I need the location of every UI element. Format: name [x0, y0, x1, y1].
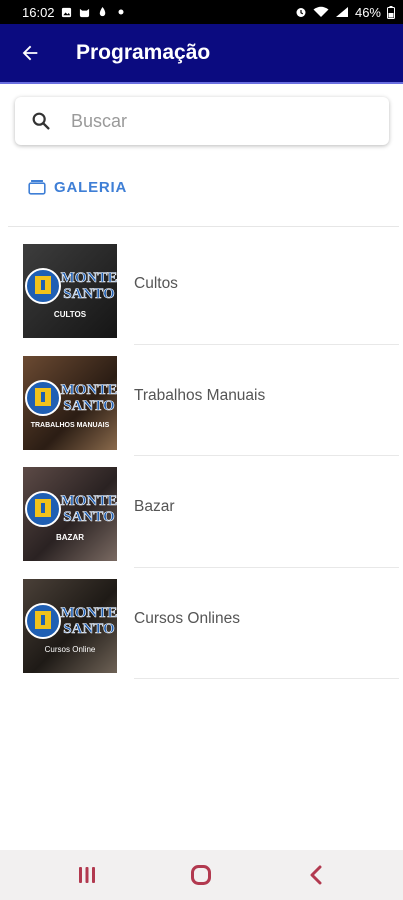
thumbnail-caption: TRABALHOS MANUAIS — [30, 421, 110, 429]
page-title: Programação — [76, 41, 211, 64]
svg-text:MONTE: MONTE — [61, 270, 117, 286]
item-label: Cultos — [134, 275, 178, 292]
gallery-folder-icon — [28, 180, 46, 195]
battery-text: 46% — [354, 4, 381, 20]
thumbnail-image: MONTE SANTO TRABALHOS MANUAIS — [23, 355, 117, 450]
list-item-bazar[interactable]: MONTE SANTO BAZAR Bazar — [0, 456, 403, 568]
svg-text:MONTE: MONTE — [61, 382, 117, 398]
chevron-left-icon — [310, 865, 322, 885]
gallery-icon — [61, 6, 73, 18]
status-time: 16:02 — [22, 4, 55, 20]
search-input[interactable] — [71, 110, 371, 132]
list-item-cursos-onlines[interactable]: MONTE SANTO Cursos Online Cursos Onlines — [0, 568, 403, 679]
battery-icon — [387, 5, 395, 19]
recent-apps-icon — [79, 867, 96, 883]
signal-icon — [335, 6, 349, 18]
dot-icon — [115, 6, 127, 18]
programs-list: MONTE SANTO CULTOS Cultos MONTE SANTO TR… — [0, 233, 403, 679]
cat-icon — [79, 6, 91, 18]
back-button[interactable] — [0, 23, 60, 83]
status-bar: 16:02 46% — [0, 0, 403, 24]
thumbnail-image: MONTE SANTO CULTOS — [23, 244, 117, 338]
thumbnail-caption: Cursos Online — [44, 644, 96, 654]
search-icon — [15, 110, 67, 132]
search-box[interactable] — [15, 97, 389, 145]
wifi-icon — [313, 6, 329, 18]
svg-text:SANTO: SANTO — [63, 398, 114, 414]
recent-apps-button[interactable] — [57, 855, 117, 895]
thumbnail-image: MONTE SANTO BAZAR — [23, 467, 117, 561]
alarm-icon — [295, 6, 307, 18]
thumbnail-image: MONTE SANTO Cursos Online — [23, 578, 117, 673]
list-item-cultos[interactable]: MONTE SANTO CULTOS Cultos — [0, 233, 403, 345]
svg-text:MONTE: MONTE — [61, 605, 117, 621]
system-nav-bar — [0, 850, 403, 900]
home-icon — [191, 865, 212, 885]
gallery-button[interactable]: GALERIA — [28, 175, 127, 199]
item-divider — [134, 678, 399, 679]
app-bar: Programação — [0, 24, 403, 84]
thumbnail-caption: BAZAR — [56, 533, 84, 542]
divider — [8, 226, 399, 227]
gallery-label: GALERIA — [54, 178, 128, 196]
home-button[interactable] — [171, 855, 231, 895]
arrow-left-icon — [22, 45, 38, 61]
svg-text:SANTO: SANTO — [63, 621, 114, 637]
item-label: Cursos Onlines — [134, 609, 240, 627]
svg-text:MONTE: MONTE — [61, 493, 117, 509]
item-label: Trabalhos Manuais — [134, 386, 266, 404]
item-label: Bazar — [134, 498, 175, 515]
svg-text:SANTO: SANTO — [63, 509, 114, 525]
flame-icon — [97, 6, 109, 18]
status-left: 16:02 — [22, 5, 127, 20]
system-back-button[interactable] — [286, 855, 346, 895]
list-item-trabalhos-manuais[interactable]: MONTE SANTO TRABALHOS MANUAIS Trabalhos … — [0, 345, 403, 456]
thumbnail-caption: CULTOS — [53, 310, 87, 319]
svg-text:SANTO: SANTO — [63, 286, 114, 302]
status-right: 46% — [295, 5, 395, 20]
